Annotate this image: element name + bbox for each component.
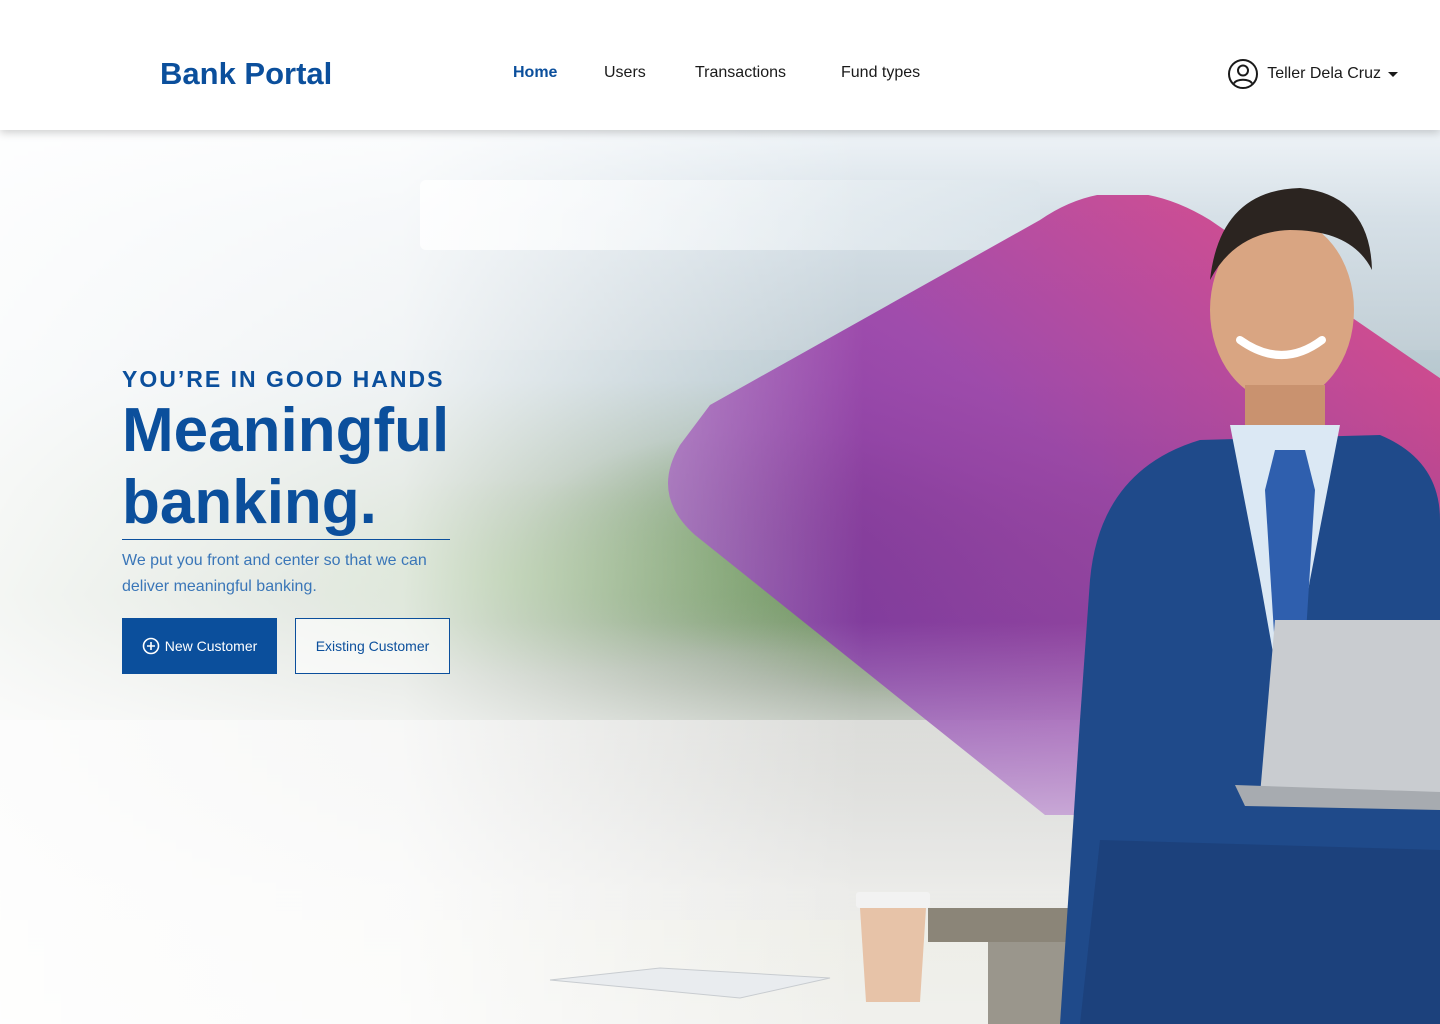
- user-circle-icon: [1228, 59, 1259, 89]
- hero-section: YOU’RE IN GOOD HANDS Meaningful banking.…: [0, 130, 1440, 1024]
- hero-buttons: New Customer Existing Customer: [122, 618, 482, 674]
- hero-eyebrow: YOU’RE IN GOOD HANDS: [122, 366, 445, 392]
- new-customer-label: New Customer: [164, 638, 258, 654]
- hero-headline-line-2: banking.: [122, 468, 377, 537]
- top-navbar: Bank Portal Home Users Transactions Fund…: [0, 0, 1440, 130]
- hero-subtext: We put you front and center so that we c…: [122, 552, 427, 595]
- existing-customer-button[interactable]: Existing Customer: [295, 618, 450, 674]
- hero-divider: [122, 539, 450, 540]
- laptop-image: [1235, 620, 1440, 810]
- hero-headline-line-1: Meaningful: [122, 396, 450, 465]
- businessman-image: [1060, 188, 1440, 1024]
- chevron-down-icon: [1388, 71, 1398, 77]
- hero-headline: Meaningful banking.: [122, 395, 482, 539]
- coffee-cup-image: [856, 892, 930, 1002]
- newspaper-image: [549, 967, 831, 999]
- nav-item-transactions[interactable]: Transactions: [695, 64, 786, 82]
- user-menu[interactable]: Teller Dela Cruz: [1227, 58, 1398, 90]
- brand-logo-text[interactable]: Bank Portal: [160, 56, 332, 92]
- new-customer-button[interactable]: New Customer: [122, 618, 277, 674]
- nav-item-home[interactable]: Home: [513, 64, 557, 82]
- hero-text-block: YOU’RE IN GOOD HANDS Meaningful banking.…: [122, 366, 482, 674]
- nav-item-fund-types[interactable]: Fund types: [841, 64, 920, 82]
- plus-circle-icon: [142, 637, 160, 655]
- nav-item-users[interactable]: Users: [604, 64, 646, 82]
- user-name: Teller Dela Cruz: [1267, 65, 1381, 82]
